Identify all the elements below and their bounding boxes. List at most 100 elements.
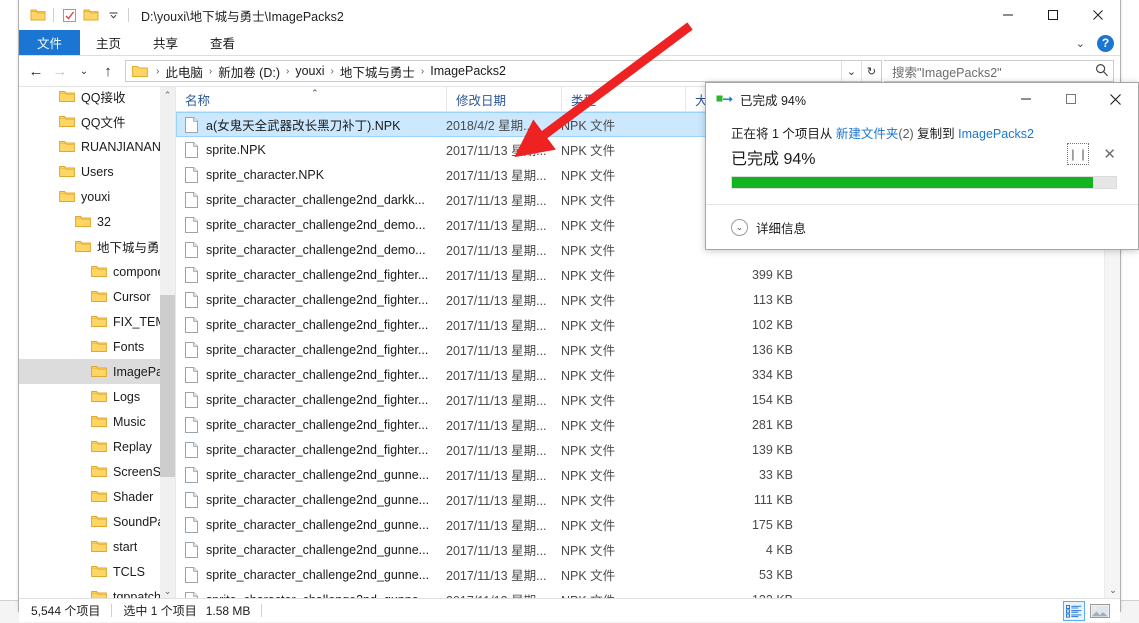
sidebar-item-replay[interactable]: Replay <box>19 434 161 459</box>
file-name-cell[interactable]: sprite_character_challenge2nd_fighter... <box>176 291 446 308</box>
help-icon[interactable]: ? <box>1097 34 1114 52</box>
sidebar-item-componen[interactable]: componen <box>19 259 161 284</box>
tab-share[interactable]: 共享 <box>137 30 194 55</box>
sidebar-item-soundpack[interactable]: SoundPack <box>19 509 161 534</box>
file-name-cell[interactable]: sprite_character_challenge2nd_fighter... <box>176 266 446 283</box>
file-name-cell[interactable]: sprite_character_challenge2nd_gunne... <box>176 466 446 483</box>
sidebar-item-32[interactable]: 32 <box>19 209 161 234</box>
column-header-type[interactable]: 类型 <box>561 87 685 112</box>
sidebar-item-qq[interactable]: QQ接收 <box>19 87 161 109</box>
list-scroll-down-arrow-icon[interactable]: ⌄ <box>1105 582 1120 598</box>
table-row[interactable]: sprite_character_challenge2nd_gunne...20… <box>176 537 1120 562</box>
cancel-copy-button[interactable]: ✕ <box>1103 145 1116 163</box>
maximize-button[interactable] <box>1030 0 1075 30</box>
minimize-button[interactable] <box>985 0 1030 30</box>
file-name-cell[interactable]: sprite_character_challenge2nd_fighter... <box>176 366 446 383</box>
table-row[interactable]: sprite_character_challenge2nd_gunne...20… <box>176 587 1120 598</box>
file-name-cell[interactable]: sprite.NPK <box>176 141 446 158</box>
search-icon[interactable] <box>1095 63 1109 80</box>
sidebar-item-fix-temp[interactable]: FIX_TEMP_ <box>19 309 161 334</box>
pause-button[interactable]: ❙❙ <box>1067 143 1090 165</box>
dialog-maximize-button[interactable] <box>1048 83 1093 115</box>
dialog-details-footer[interactable]: ⌄ 详细信息 <box>706 204 1138 249</box>
dialog-title-bar[interactable]: 已完成 94% <box>706 83 1138 115</box>
sidebar-item-tcls[interactable]: TCLS <box>19 559 161 584</box>
table-row[interactable]: sprite_character_challenge2nd_fighter...… <box>176 262 1120 287</box>
search-input[interactable]: 搜索"ImagePacks2" <box>884 60 1114 82</box>
back-button[interactable]: ← <box>25 60 47 82</box>
large-icons-view-button[interactable] <box>1089 601 1111 621</box>
file-name-cell[interactable]: a(女鬼天全武器改长黑刀补丁).NPK <box>176 115 446 134</box>
tab-view[interactable]: 查看 <box>194 30 251 55</box>
explorer-folder-icon[interactable] <box>27 4 49 26</box>
nav-scroll-up-arrow-icon[interactable]: ⌃ <box>160 87 175 103</box>
file-name-cell[interactable]: sprite_character_challenge2nd_fighter... <box>176 391 446 408</box>
new-folder-icon[interactable] <box>80 4 102 26</box>
details-chevron-down-icon[interactable]: ⌄ <box>731 218 748 236</box>
file-name-cell[interactable]: sprite_character_challenge2nd_demo... <box>176 241 446 258</box>
column-header-name[interactable]: 名称 ⌃ <box>176 87 446 112</box>
sidebar-item-[interactable]: 地下城与勇士 <box>19 234 161 259</box>
title-bar[interactable]: D:\youxi\地下城与勇士\ImagePacks2 <box>19 0 1120 30</box>
file-name-cell[interactable]: sprite_character_challenge2nd_fighter... <box>176 416 446 433</box>
recent-locations-chevron-down-icon[interactable]: ⌄ <box>73 60 95 82</box>
address-history-chevron-down-icon[interactable]: ⌄ <box>841 61 861 81</box>
table-row[interactable]: sprite_character_challenge2nd_gunne...20… <box>176 487 1120 512</box>
table-row[interactable]: sprite_character_challenge2nd_fighter...… <box>176 387 1120 412</box>
sidebar-item-fonts[interactable]: Fonts <box>19 334 161 359</box>
refresh-icon[interactable]: ↻ <box>861 61 881 81</box>
sidebar-item-logs[interactable]: Logs <box>19 384 161 409</box>
file-name-cell[interactable]: sprite_character_challenge2nd_fighter... <box>176 341 446 358</box>
copy-source-link[interactable]: 新建文件夹 <box>836 127 899 141</box>
table-row[interactable]: sprite_character_challenge2nd_fighter...… <box>176 362 1120 387</box>
sidebar-item-youxi[interactable]: youxi <box>19 184 161 209</box>
breadcrumb-item-2[interactable]: youxi <box>291 64 328 78</box>
table-row[interactable]: sprite_character_challenge2nd_gunne...20… <box>176 462 1120 487</box>
breadcrumb-item-3[interactable]: 地下城与勇士 <box>336 62 419 81</box>
breadcrumb-item-1[interactable]: 新加卷 (D:) <box>214 62 284 81</box>
nav-scrollbar-thumb[interactable] <box>160 295 175 477</box>
file-name-cell[interactable]: sprite_character_challenge2nd_gunne... <box>176 566 446 583</box>
file-name-cell[interactable]: sprite_character_challenge2nd_fighter... <box>176 316 446 333</box>
dialog-minimize-button[interactable] <box>1003 83 1048 115</box>
properties-checkmark-icon[interactable] <box>58 4 80 26</box>
tab-home[interactable]: 主页 <box>80 30 137 55</box>
table-row[interactable]: sprite_character_challenge2nd_gunne...20… <box>176 562 1120 587</box>
tab-file[interactable]: 文件 <box>19 30 81 55</box>
file-name-cell[interactable]: sprite_character_challenge2nd_gunne... <box>176 491 446 508</box>
copy-destination-link[interactable]: ImagePacks2 <box>958 127 1034 141</box>
file-name-cell[interactable]: sprite_character_challenge2nd_gunne... <box>176 516 446 533</box>
table-row[interactable]: sprite_character_challenge2nd_fighter...… <box>176 287 1120 312</box>
table-row[interactable]: sprite_character_challenge2nd_fighter...… <box>176 312 1120 337</box>
breadcrumb-item-4[interactable]: ImagePacks2 <box>426 64 510 78</box>
table-row[interactable]: sprite_character_challenge2nd_fighter...… <box>176 337 1120 362</box>
navigation-pane-scrollbar[interactable]: ⌃ ⌄ <box>160 87 175 598</box>
breadcrumb-address-field[interactable]: › 此电脑 › 新加卷 (D:) › youxi › 地下城与勇士 › Imag… <box>125 60 882 82</box>
sidebar-item-users[interactable]: Users <box>19 159 161 184</box>
breadcrumb-item-0[interactable]: 此电脑 <box>161 62 207 81</box>
close-button[interactable] <box>1075 0 1120 30</box>
sidebar-item-screensho[interactable]: ScreenSho <box>19 459 161 484</box>
file-name-cell[interactable]: sprite_character_challenge2nd_fighter... <box>176 441 446 458</box>
sidebar-item-ruanjianan[interactable]: RUANJIANAN <box>19 134 161 159</box>
ribbon-collapse-chevron-down-icon[interactable]: ⌄ <box>1072 37 1089 50</box>
qat-dropdown-arrow-icon[interactable] <box>102 4 124 26</box>
up-button[interactable]: ↑ <box>97 60 119 82</box>
forward-button[interactable]: → <box>49 60 71 82</box>
dialog-close-button[interactable] <box>1093 83 1138 115</box>
details-view-button[interactable] <box>1063 601 1085 621</box>
sidebar-item-start[interactable]: start <box>19 534 161 559</box>
file-name-cell[interactable]: sprite_character_challenge2nd_demo... <box>176 216 446 233</box>
sidebar-item-qq[interactable]: QQ文件 <box>19 109 161 134</box>
table-row[interactable]: sprite_character_challenge2nd_fighter...… <box>176 437 1120 462</box>
table-row[interactable]: sprite_character_challenge2nd_fighter...… <box>176 412 1120 437</box>
sidebar-item-music[interactable]: Music <box>19 409 161 434</box>
file-name-cell[interactable]: sprite_character_challenge2nd_darkk... <box>176 191 446 208</box>
nav-scroll-down-arrow-icon[interactable]: ⌄ <box>160 583 175 598</box>
sidebar-item-tgppatches[interactable]: tgppatches <box>19 584 161 598</box>
sidebar-item-imagepack[interactable]: ImagePack <box>19 359 161 384</box>
column-header-date[interactable]: 修改日期 <box>446 87 561 112</box>
file-name-cell[interactable]: sprite_character.NPK <box>176 166 446 183</box>
sidebar-item-shader[interactable]: Shader <box>19 484 161 509</box>
sidebar-item-cursor[interactable]: Cursor <box>19 284 161 309</box>
